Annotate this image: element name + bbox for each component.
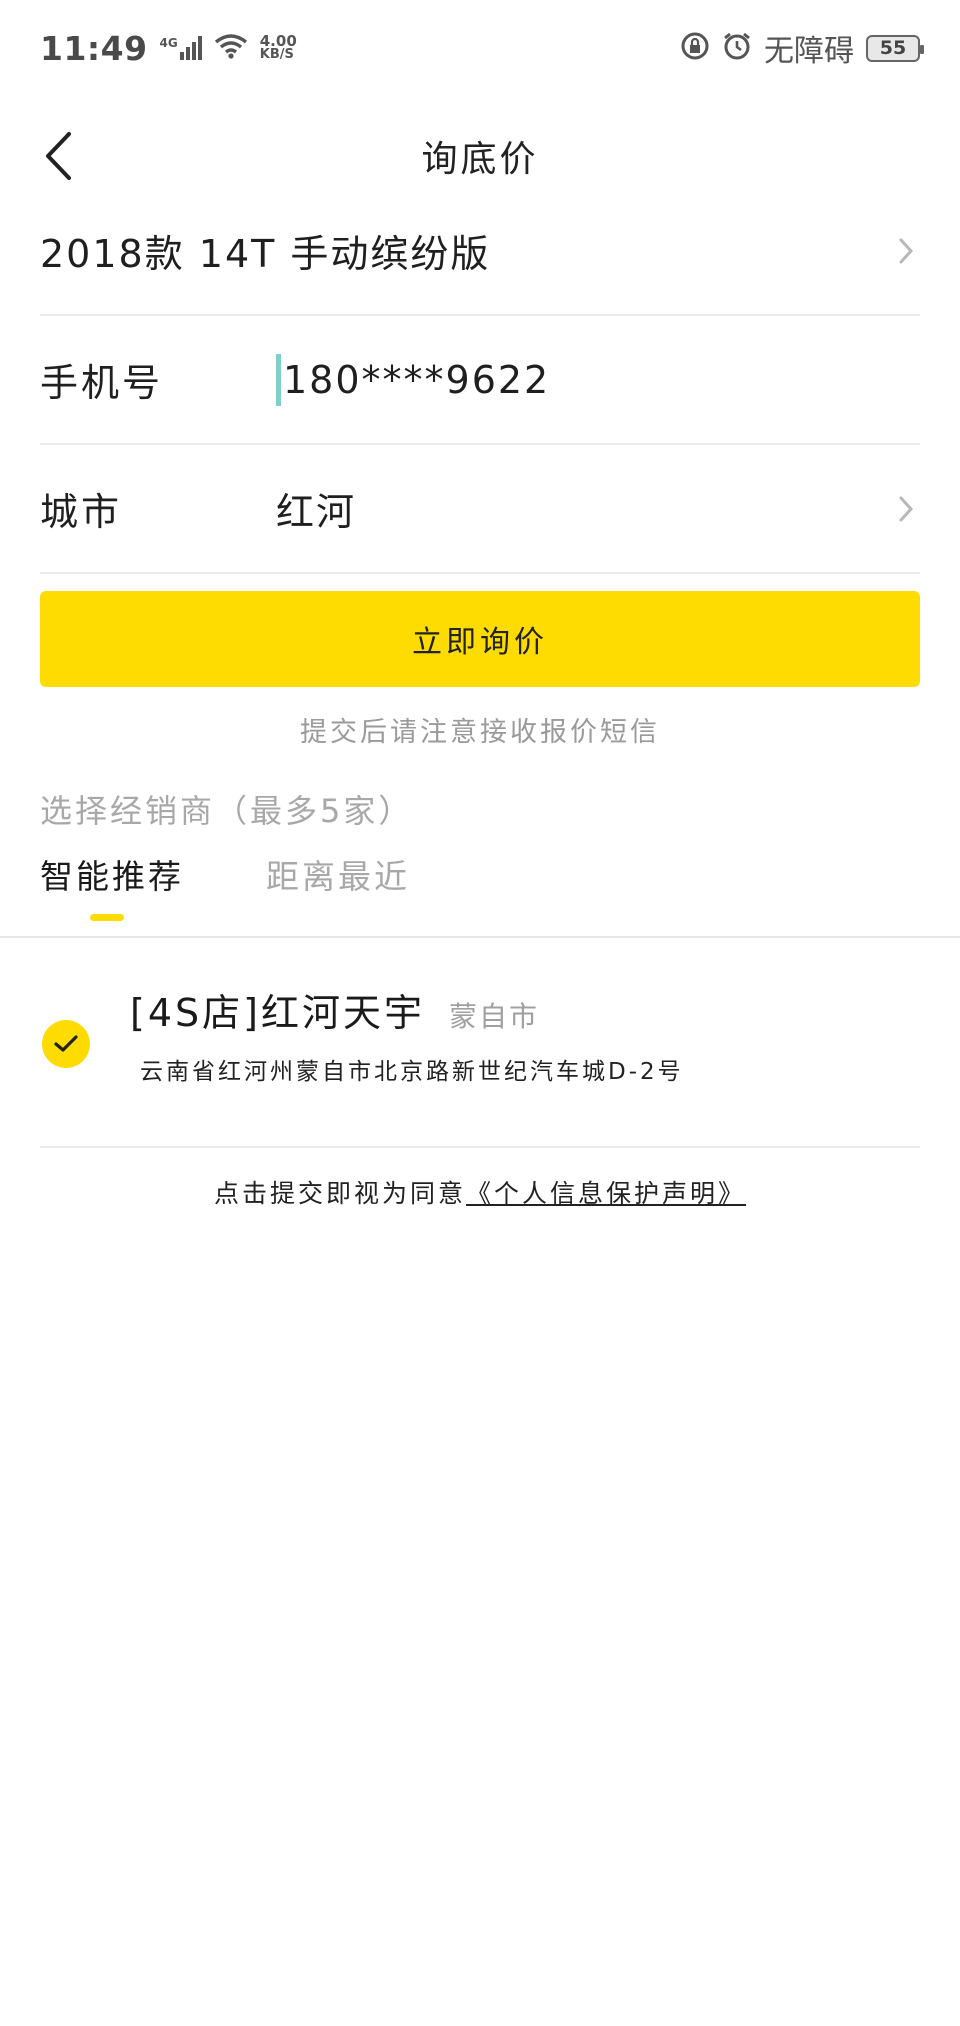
car-model-row[interactable]: 2018款 14T 手动缤纷版 bbox=[40, 187, 920, 316]
alarm-icon bbox=[722, 31, 752, 65]
phone-input[interactable]: 180****9622 bbox=[276, 353, 920, 406]
network-speed: 4.00 KB/S bbox=[259, 34, 297, 62]
dealer-name: [4S店]红河天宇 bbox=[130, 991, 425, 1035]
tab-nearest[interactable]: 距离最近 bbox=[266, 850, 410, 930]
status-bar: 11:49 4G 4.00 KB/S 无障碍 55 bbox=[0, 0, 960, 96]
phone-row: 手机号 180****9622 bbox=[40, 316, 920, 445]
accessibility-indicator: 无障碍 bbox=[764, 34, 854, 69]
dealer-section-title: 选择经销商（最多5家） bbox=[40, 792, 414, 830]
chevron-right-icon bbox=[892, 489, 920, 529]
network-type-label: 4G bbox=[159, 36, 178, 50]
back-button[interactable] bbox=[28, 126, 88, 186]
tab-label: 距离最近 bbox=[266, 857, 410, 896]
dealer-list-item[interactable]: [4S店]红河天宇 蒙自市 云南省红河州蒙自市北京路新世纪汽车城D-2号 bbox=[40, 960, 920, 1148]
inquire-price-button[interactable]: 立即询价 bbox=[40, 591, 920, 687]
network-speed-unit: KB/S bbox=[259, 47, 294, 62]
phone-value: 180****9622 bbox=[283, 357, 551, 402]
page-title: 询底价 bbox=[421, 139, 539, 180]
privacy-statement-link[interactable]: 《个人信息保护声明》 bbox=[466, 1179, 746, 1208]
cellular-signal-icon: 4G bbox=[160, 36, 202, 60]
dealer-address: 云南省红河州蒙自市北京路新世纪汽车城D-2号 bbox=[140, 1059, 684, 1085]
chevron-right-icon bbox=[892, 231, 920, 271]
city-row[interactable]: 城市 红河 bbox=[40, 445, 920, 574]
city-label: 城市 bbox=[40, 490, 123, 534]
dealer-tabs: 智能推荐 距离最近 bbox=[40, 850, 410, 930]
text-cursor bbox=[276, 353, 281, 406]
battery-level: 55 bbox=[879, 37, 907, 59]
agreement-notice: 点击提交即视为同意《个人信息保护声明》 bbox=[0, 1174, 960, 1210]
car-model-label: 2018款 14T 手动缤纷版 bbox=[40, 232, 491, 276]
clock: 11:49 bbox=[40, 28, 148, 68]
submit-hint: 提交后请注意接收报价短信 bbox=[300, 717, 660, 748]
dealer-city: 蒙自市 bbox=[448, 1000, 539, 1033]
divider bbox=[0, 936, 960, 938]
status-right: 无障碍 55 bbox=[680, 26, 924, 70]
active-tab-indicator bbox=[90, 914, 124, 921]
city-value: 红河 bbox=[276, 490, 357, 534]
checkmark-icon bbox=[54, 1035, 78, 1052]
agreement-prefix: 点击提交即视为同意 bbox=[213, 1179, 466, 1208]
dealer-checkbox[interactable] bbox=[42, 1020, 90, 1068]
battery-icon: 55 bbox=[866, 34, 924, 62]
dealer-header: [4S店]红河天宇 蒙自市 bbox=[130, 982, 539, 1037]
wifi-icon bbox=[214, 33, 248, 63]
rotation-lock-icon bbox=[680, 31, 710, 65]
tab-label: 智能推荐 bbox=[40, 857, 184, 896]
back-arrow-icon bbox=[46, 132, 71, 180]
tab-smart-recommend[interactable]: 智能推荐 bbox=[40, 850, 184, 930]
status-left: 11:49 4G 4.00 KB/S bbox=[40, 29, 297, 68]
phone-label: 手机号 bbox=[40, 361, 164, 405]
